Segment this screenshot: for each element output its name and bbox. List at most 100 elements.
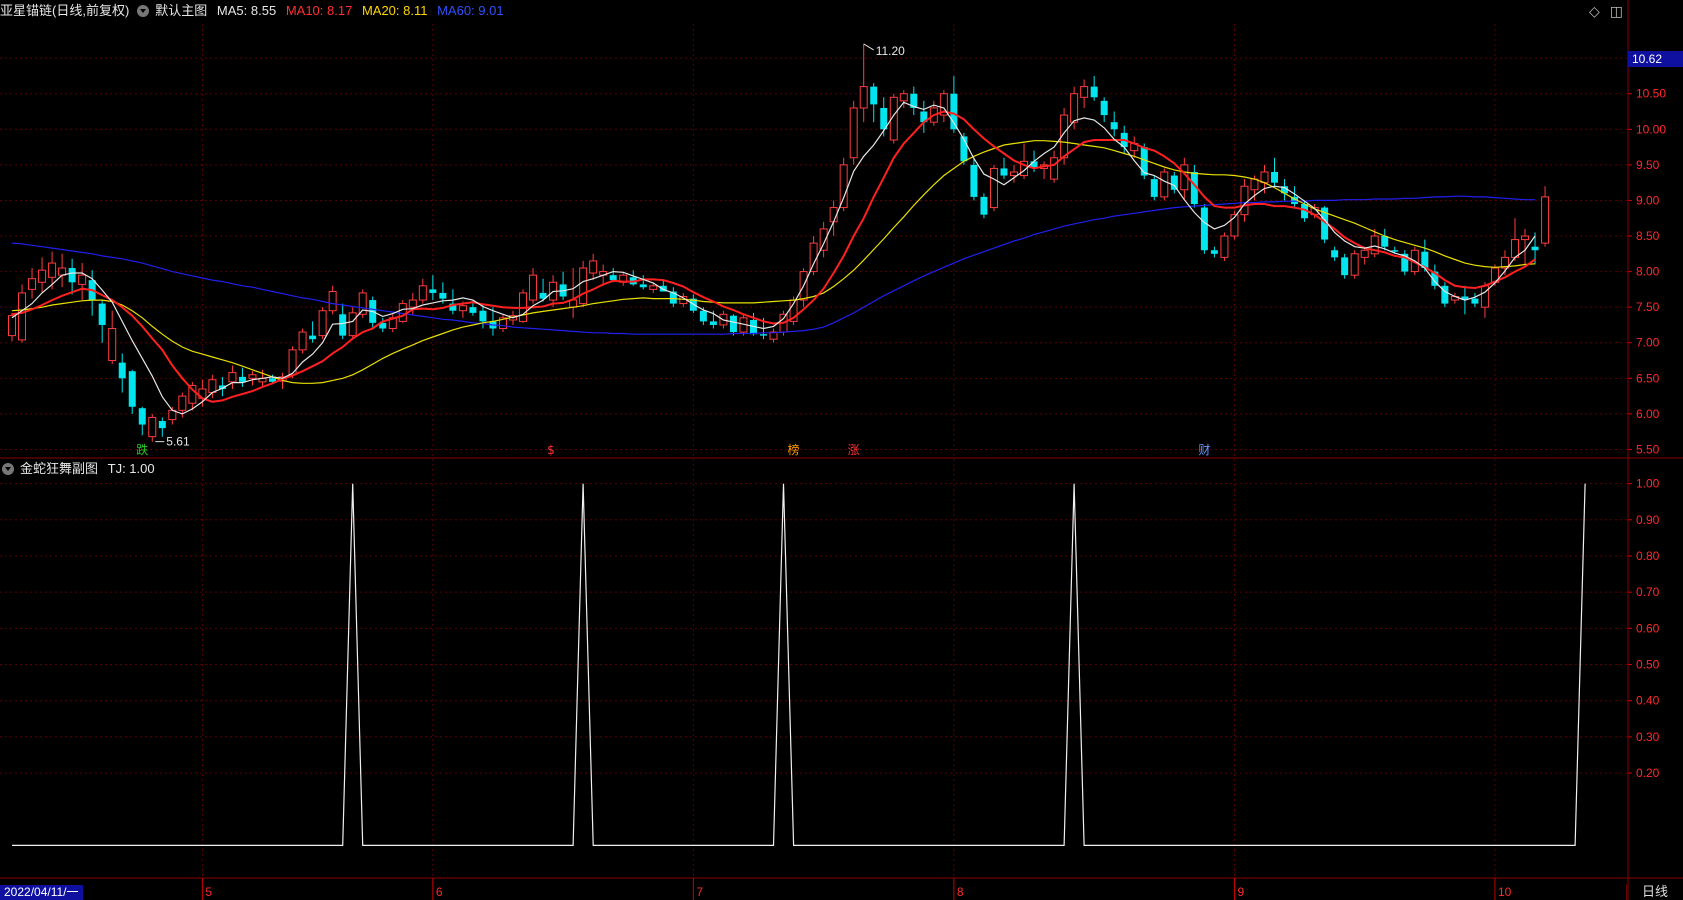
candle-body-up[interactable] bbox=[328, 291, 337, 312]
candle-body-down[interactable] bbox=[1210, 250, 1218, 254]
candle-body-up[interactable] bbox=[8, 315, 16, 337]
candle-body-down[interactable] bbox=[128, 371, 136, 407]
stock-name[interactable]: 亚星锚链(日线,前复权) bbox=[0, 3, 129, 18]
candle-body-up[interactable] bbox=[48, 262, 57, 278]
candle-body-up[interactable] bbox=[1050, 157, 1059, 180]
candle-body-up[interactable] bbox=[1260, 171, 1269, 184]
candle-body-up[interactable] bbox=[398, 303, 407, 322]
maximize-icon[interactable]: ◫ bbox=[1610, 3, 1623, 19]
candle-body-up[interactable] bbox=[1220, 235, 1229, 258]
candle-body-up[interactable] bbox=[78, 274, 87, 285]
candle-body-up[interactable] bbox=[298, 331, 307, 351]
candle-body-down[interactable] bbox=[709, 321, 717, 325]
candle-body-down[interactable] bbox=[138, 408, 146, 425]
candle-body-down[interactable] bbox=[1271, 171, 1279, 183]
sub-indicator-chart[interactable] bbox=[12, 483, 1586, 846]
candle-body-down[interactable] bbox=[439, 292, 447, 299]
event-marker[interactable]: 涨 bbox=[848, 442, 860, 457]
candle-body-up[interactable] bbox=[318, 310, 327, 337]
candle-body-up[interactable] bbox=[529, 274, 538, 301]
candle-body-up[interactable] bbox=[408, 299, 417, 308]
dropdown-icon[interactable] bbox=[137, 4, 150, 17]
candle-body-up[interactable] bbox=[208, 379, 217, 394]
indicator-name[interactable]: 金蛇狂舞副图 bbox=[20, 461, 98, 476]
candle-body-up[interactable] bbox=[28, 278, 37, 290]
candle-body-down[interactable] bbox=[1150, 179, 1158, 197]
candle-body-up[interactable] bbox=[649, 285, 658, 290]
candle-body-down[interactable] bbox=[68, 268, 76, 283]
candle-body-down[interactable] bbox=[429, 289, 437, 293]
candle-body-down[interactable] bbox=[1471, 298, 1479, 304]
candle-body-up[interactable] bbox=[38, 269, 47, 283]
candle-body-down[interactable] bbox=[158, 421, 166, 429]
candle-body-up[interactable] bbox=[458, 305, 467, 312]
candle-body-up[interactable] bbox=[989, 167, 998, 209]
candle-body-down[interactable] bbox=[639, 284, 647, 288]
candle-body-up[interactable] bbox=[358, 292, 367, 315]
candle-body-down[interactable] bbox=[339, 314, 347, 336]
candle-body-down[interactable] bbox=[98, 303, 106, 325]
ma20-label: MA20: 8.11 bbox=[361, 3, 428, 18]
candle-body-up[interactable] bbox=[178, 395, 187, 411]
candle-body-down[interactable] bbox=[1100, 100, 1108, 116]
candle-body-up[interactable] bbox=[1350, 253, 1359, 276]
main-chart-label[interactable]: 默认主图 bbox=[155, 3, 207, 18]
candle-body-down[interactable] bbox=[1170, 175, 1178, 190]
candle-body-up[interactable] bbox=[1541, 196, 1550, 244]
candle-body-up[interactable] bbox=[1160, 171, 1169, 198]
candle-body-down[interactable] bbox=[1110, 122, 1118, 130]
candle-body-up[interactable] bbox=[248, 374, 257, 379]
candle-body-up[interactable] bbox=[809, 242, 818, 273]
candle-body-down[interactable] bbox=[479, 310, 487, 322]
candle-body-down[interactable] bbox=[760, 334, 767, 336]
high-marker-label: 11.20 bbox=[876, 44, 905, 58]
candle-body-down[interactable] bbox=[1200, 207, 1208, 251]
main-price-chart[interactable]: 11.20 5.61 跌 $ 榜 涨 财 bbox=[8, 43, 1550, 457]
candle-body-up[interactable] bbox=[1511, 239, 1519, 258]
candle-body-down[interactable] bbox=[1381, 236, 1389, 247]
candle-body-up[interactable] bbox=[1080, 86, 1089, 98]
candle-body-down[interactable] bbox=[118, 362, 126, 379]
candle-body-up[interactable] bbox=[579, 267, 588, 305]
event-marker[interactable]: $ bbox=[547, 443, 555, 457]
event-marker[interactable]: 财 bbox=[1198, 443, 1210, 457]
candle-body-up[interactable] bbox=[859, 86, 868, 109]
candle-body-down[interactable] bbox=[870, 86, 878, 105]
candle-body-up[interactable] bbox=[1010, 171, 1018, 177]
candle-body-down[interactable] bbox=[309, 335, 317, 340]
candle-body-up[interactable] bbox=[839, 164, 848, 209]
event-marker[interactable]: 跌 bbox=[136, 442, 148, 457]
ma5-line bbox=[11, 101, 1536, 415]
candle-body-up[interactable] bbox=[849, 107, 858, 159]
candle-body-up[interactable] bbox=[1250, 178, 1259, 191]
candle-body-up[interactable] bbox=[589, 260, 598, 274]
event-marker[interactable]: 榜 bbox=[788, 442, 800, 457]
candle-body-down[interactable] bbox=[1331, 250, 1339, 258]
candle-body-down[interactable] bbox=[238, 376, 246, 382]
candle-body-down[interactable] bbox=[970, 164, 978, 197]
candle-body-up[interactable] bbox=[228, 372, 237, 383]
candle-body-up[interactable] bbox=[108, 328, 117, 362]
candle-body-up[interactable] bbox=[148, 416, 157, 438]
candle-body-down[interactable] bbox=[699, 310, 707, 322]
candle-body-up[interactable] bbox=[348, 312, 357, 337]
candle-body-down[interactable] bbox=[1341, 257, 1349, 276]
period-label[interactable]: 日线 bbox=[1626, 884, 1683, 900]
candle-body-up[interactable] bbox=[1070, 93, 1079, 123]
candle-body-down[interactable] bbox=[1090, 86, 1098, 98]
candle-body-down[interactable] bbox=[1000, 168, 1008, 176]
candle-body-up[interactable] bbox=[418, 285, 427, 301]
candle-body-up[interactable] bbox=[899, 93, 908, 102]
candle-body-up[interactable] bbox=[1360, 249, 1369, 258]
candle-body-down[interactable] bbox=[729, 315, 737, 333]
dropdown-icon[interactable] bbox=[2, 462, 14, 475]
candle-body-down[interactable] bbox=[980, 196, 988, 215]
candle-body-down[interactable] bbox=[1531, 246, 1539, 251]
candle-body-up[interactable] bbox=[18, 292, 27, 341]
candle-body-up[interactable] bbox=[1240, 185, 1249, 216]
candle-body-up[interactable] bbox=[1521, 235, 1530, 241]
candle-body-down[interactable] bbox=[609, 275, 617, 281]
candle-body-down[interactable] bbox=[469, 307, 477, 313]
diamond-icon[interactable]: ◇ bbox=[1589, 3, 1600, 19]
candle-body-up[interactable] bbox=[1480, 285, 1489, 308]
